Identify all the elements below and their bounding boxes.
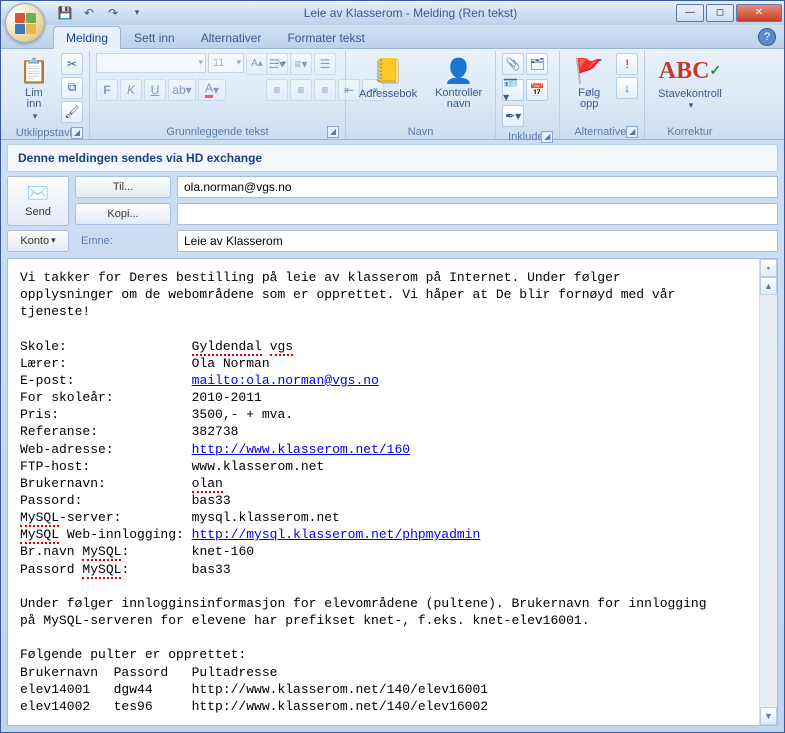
font-family-combo[interactable] xyxy=(96,53,206,73)
scroll-down-icon[interactable]: ▼ xyxy=(760,707,777,725)
bullets-icon[interactable]: ☰▾ xyxy=(266,53,288,75)
dialog-launcher-icon[interactable]: ◢ xyxy=(541,131,553,143)
quick-access-toolbar: 💾 ↶ ↷ ▾ xyxy=(55,3,147,23)
cc-field[interactable] xyxy=(177,203,778,225)
send-label: Send xyxy=(25,206,51,218)
to-button[interactable]: Til... xyxy=(75,176,171,198)
vertical-scrollbar[interactable]: ▪ ▲ ▼ xyxy=(759,259,777,725)
clipboard-icon: 📋 xyxy=(18,56,50,88)
group-label-include: Inkluder◢ xyxy=(502,129,553,144)
outlook-message-window: 💾 ↶ ↷ ▾ Leie av Klasserom - Melding (Ren… xyxy=(0,0,785,733)
italic-icon[interactable]: K xyxy=(120,79,142,101)
addressbook-button[interactable]: 📒 Adressebok xyxy=(352,53,424,103)
align-right-icon[interactable]: ≡ xyxy=(314,79,336,101)
redo-icon[interactable]: ↷ xyxy=(103,3,123,23)
ribbon: 📋 Lim inn ▾ ✂ ⧉ 🖌 Utklippstavle◢ 11 A▴ A xyxy=(1,48,784,140)
group-label-clipboard: Utklippstavle◢ xyxy=(11,125,83,140)
dialog-launcher-icon[interactable]: ◢ xyxy=(327,126,339,138)
envelope-icon: ✉️ xyxy=(27,183,49,204)
copy-icon[interactable]: ⧉ xyxy=(61,77,83,99)
tab-insert[interactable]: Sett inn xyxy=(121,26,188,49)
group-label-proof: Korrektur xyxy=(651,124,729,139)
message-body[interactable]: Vi takker for Deres bestilling på leie a… xyxy=(8,259,759,725)
signature-icon[interactable]: ✒▾ xyxy=(502,105,524,127)
group-proof: ABC✓ Stavekontroll ▾ Korrektur xyxy=(645,51,735,139)
scroll-up-icon[interactable]: ▲ xyxy=(760,277,777,295)
group-names: 📒 Adressebok 👤 Kontroller navn Navn xyxy=(346,51,496,139)
maximize-button[interactable]: ◻ xyxy=(706,4,734,22)
undo-icon[interactable]: ↶ xyxy=(79,3,99,23)
page-select-icon[interactable]: ▪ xyxy=(760,259,777,277)
close-button[interactable]: ✕ xyxy=(736,4,782,22)
multilevel-icon[interactable]: ☰ xyxy=(314,53,336,75)
low-importance-icon[interactable]: ↓ xyxy=(616,77,638,99)
dialog-launcher-icon[interactable]: ◢ xyxy=(626,126,638,138)
font-color-icon[interactable]: A▾ xyxy=(198,79,226,101)
font-size-combo[interactable]: 11 xyxy=(208,53,244,73)
format-painter-icon[interactable]: 🖌 xyxy=(61,101,83,123)
chevron-down-icon: ▾ xyxy=(33,111,38,122)
cc-button[interactable]: Kopi... xyxy=(75,203,171,225)
cut-icon[interactable]: ✂ xyxy=(61,53,83,75)
check-names-icon: 👤 xyxy=(443,56,475,88)
numbering-icon[interactable]: ≡▾ xyxy=(290,53,312,75)
flag-icon: 🚩 xyxy=(573,56,605,88)
to-field[interactable] xyxy=(177,176,778,198)
attach-item-icon[interactable]: 🗂 xyxy=(526,53,548,75)
office-button[interactable] xyxy=(5,3,45,43)
scroll-track[interactable] xyxy=(760,295,777,707)
spellcheck-button[interactable]: ABC✓ Stavekontroll ▾ xyxy=(651,53,729,114)
titlebar: 💾 ↶ ↷ ▾ Leie av Klasserom - Melding (Ren… xyxy=(1,1,784,25)
checknames-button[interactable]: 👤 Kontroller navn xyxy=(428,53,489,114)
minimize-button[interactable]: — xyxy=(676,4,704,22)
group-label-options: Alternativer◢ xyxy=(566,124,638,139)
tab-options[interactable]: Alternativer xyxy=(188,26,275,49)
account-button[interactable]: Konto▾ xyxy=(7,230,69,252)
group-label-names: Navn xyxy=(352,124,489,139)
paste-label: Lim inn xyxy=(25,88,43,111)
message-header: ✉️ Send Til... Kopi... xyxy=(7,176,778,226)
send-button[interactable]: ✉️ Send xyxy=(7,176,69,226)
highlight-icon[interactable]: ab▾ xyxy=(168,79,196,101)
align-center-icon[interactable]: ≡ xyxy=(290,79,312,101)
align-left-icon[interactable]: ≡ xyxy=(266,79,288,101)
grow-font-icon[interactable]: A▴ xyxy=(246,53,268,75)
followup-label: Følg opp xyxy=(578,88,600,111)
tab-message[interactable]: Melding xyxy=(53,26,121,49)
group-include: 📎🗂 🪪▾📅 ✒▾ Inkluder◢ xyxy=(496,51,560,139)
chevron-down-icon: ▾ xyxy=(689,100,694,111)
business-card-icon[interactable]: 🪪▾ xyxy=(502,79,524,101)
underline-icon[interactable]: U xyxy=(144,79,166,101)
checknames-label: Kontroller navn xyxy=(435,88,482,111)
window-controls: — ◻ ✕ xyxy=(674,4,782,22)
attach-file-icon[interactable]: 📎 xyxy=(502,53,524,75)
addressbook-icon: 📒 xyxy=(372,56,404,88)
subject-label: Emne: xyxy=(75,235,171,247)
qat-dropdown-icon[interactable]: ▾ xyxy=(127,3,147,23)
save-icon[interactable]: 💾 xyxy=(55,3,75,23)
paste-button[interactable]: 📋 Lim inn ▾ xyxy=(11,53,57,125)
spellcheck-icon: ABC✓ xyxy=(674,56,706,88)
high-importance-icon[interactable]: ! xyxy=(616,53,638,75)
group-basic-text: 11 A▴ A▾ F K U ab▾ A▾ ☰▾ ≡▾ ☰ xyxy=(90,51,346,139)
group-clipboard: 📋 Lim inn ▾ ✂ ⧉ 🖌 Utklippstavle◢ xyxy=(5,51,90,139)
spellcheck-label: Stavekontroll xyxy=(658,88,722,100)
message-body-container: Vi takker for Deres bestilling på leie a… xyxy=(7,258,778,726)
subject-field[interactable] xyxy=(177,230,778,252)
subject-row: Konto▾ Emne: xyxy=(7,230,778,252)
group-options: 🚩 Følg opp ! ↓ Alternativer◢ xyxy=(560,51,645,139)
tab-format[interactable]: Formater tekst xyxy=(274,26,377,49)
window-title: Leie av Klasserom - Melding (Ren tekst) xyxy=(147,6,674,20)
bold-icon[interactable]: F xyxy=(96,79,118,101)
addressbook-label: Adressebok xyxy=(359,88,417,100)
info-bar: Denne meldingen sendes via HD exchange xyxy=(7,144,778,172)
calendar-icon[interactable]: 📅 xyxy=(526,79,548,101)
ribbon-tabstrip: Melding Sett inn Alternativer Formater t… xyxy=(1,25,784,48)
followup-button[interactable]: 🚩 Følg opp xyxy=(566,53,612,114)
group-label-basic-text: Grunnleggende tekst◢ xyxy=(96,124,339,139)
dialog-launcher-icon[interactable]: ◢ xyxy=(71,127,83,139)
help-icon[interactable]: ? xyxy=(758,28,776,46)
